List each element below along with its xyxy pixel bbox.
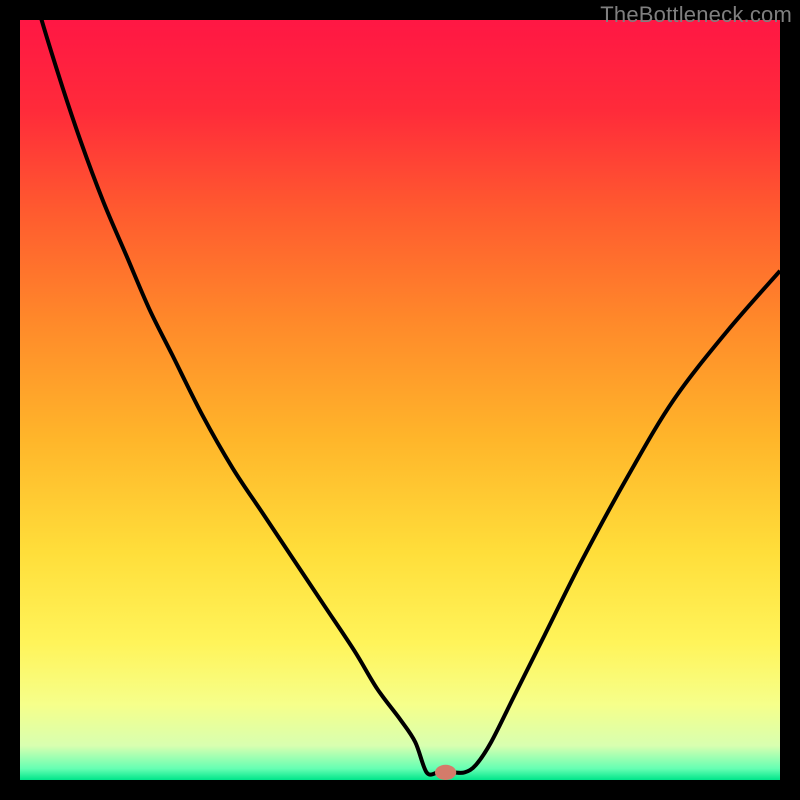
gradient-background bbox=[20, 20, 780, 780]
chart-frame: TheBottleneck.com bbox=[0, 0, 800, 800]
optimal-point-marker bbox=[435, 765, 456, 780]
bottleneck-chart bbox=[20, 20, 780, 780]
watermark-text: TheBottleneck.com bbox=[600, 2, 792, 28]
